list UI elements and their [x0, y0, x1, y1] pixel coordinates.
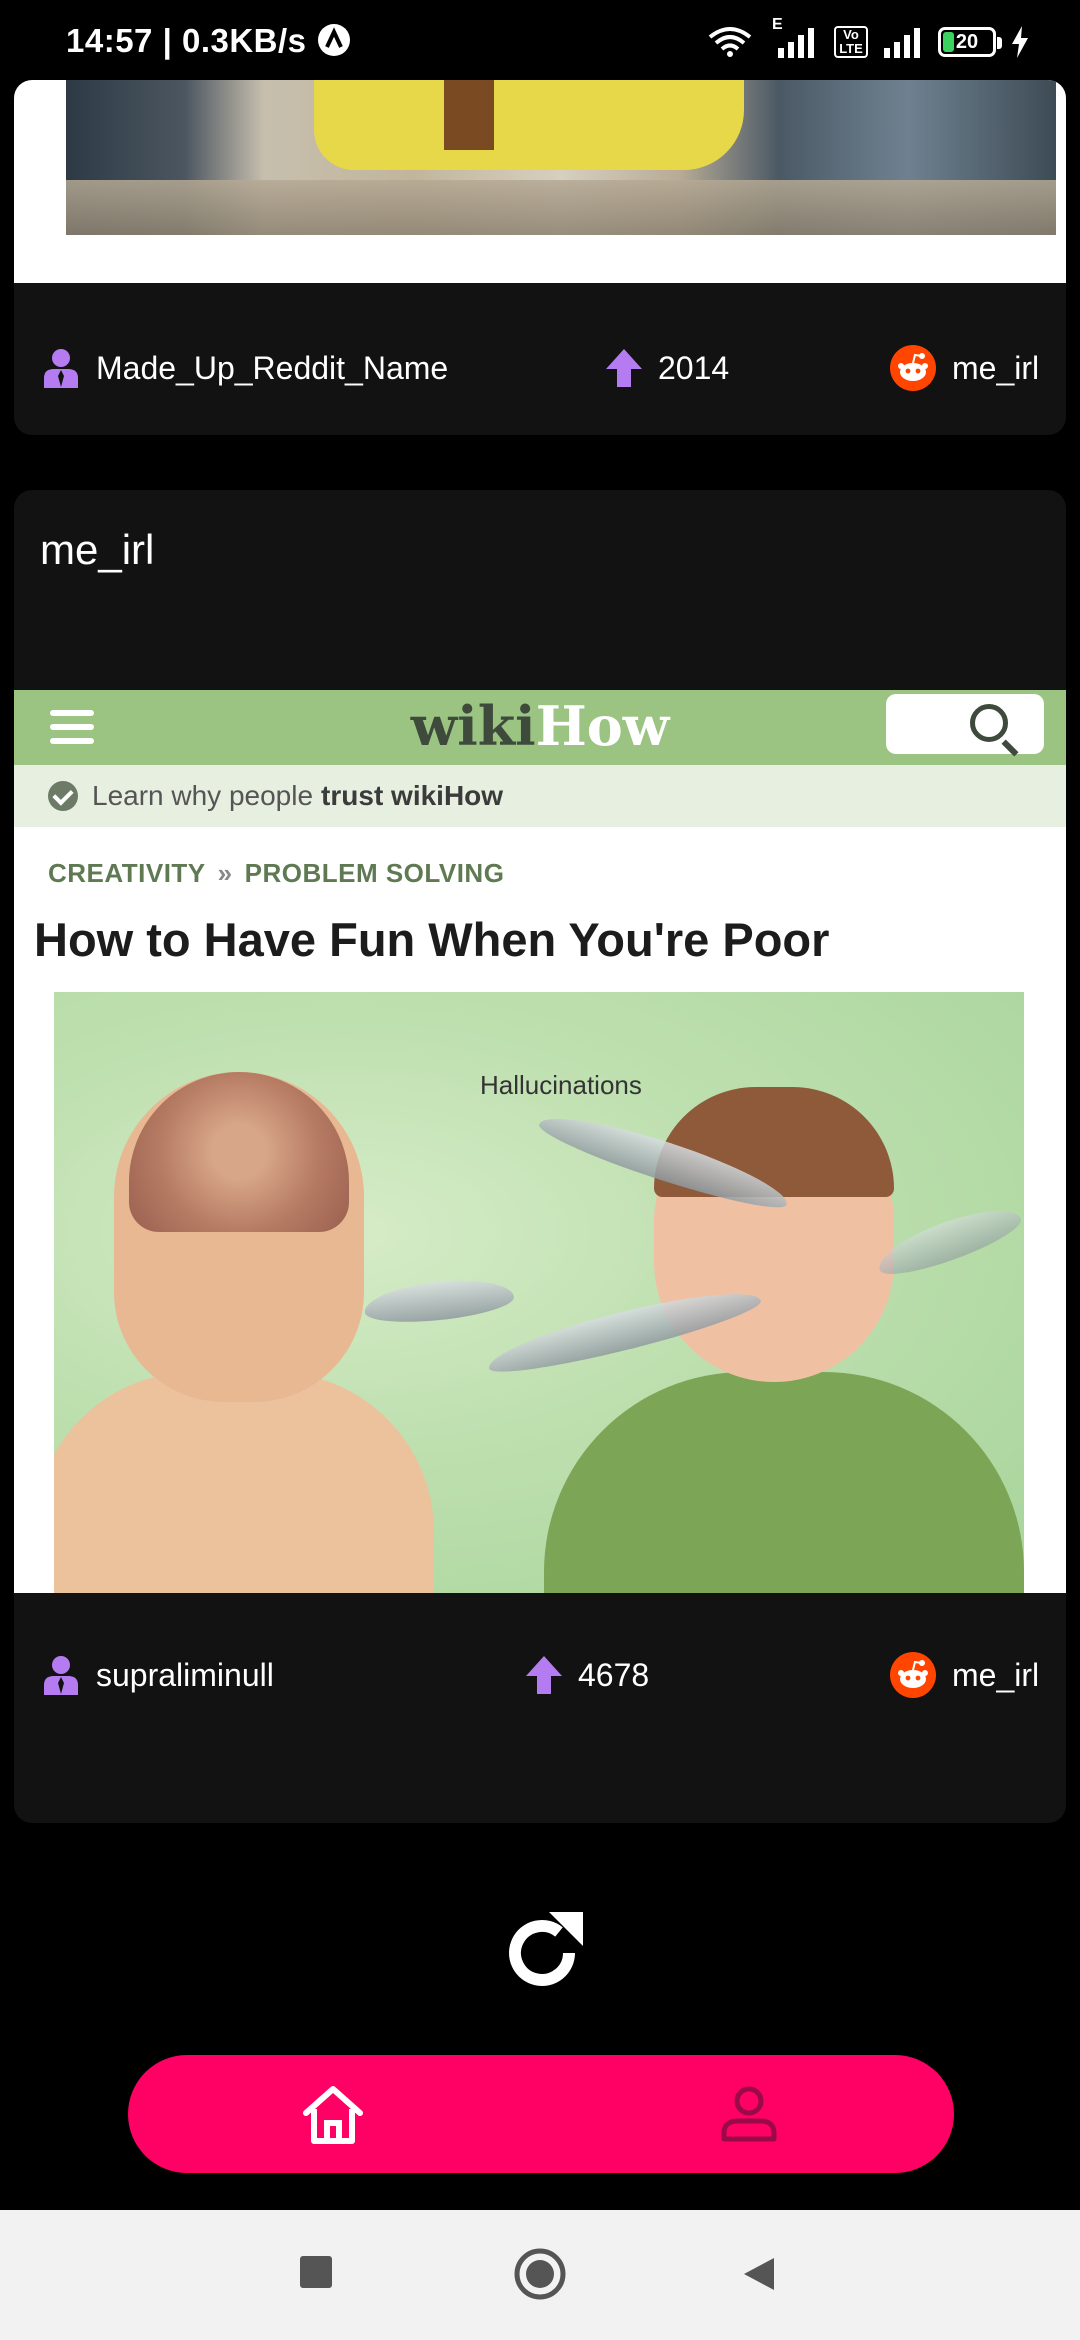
reddit-icon [890, 345, 936, 391]
logo-part-1: wiki [410, 694, 536, 758]
recents-icon[interactable] [300, 2256, 332, 2288]
wifi-icon [708, 27, 752, 57]
meme-headline: How to Have Fun When You're Poor [34, 913, 830, 966]
author-2[interactable]: supraliminull [42, 1655, 274, 1695]
author-1[interactable]: Made_Up_Reddit_Name [42, 348, 448, 388]
back-icon[interactable] [742, 2256, 778, 2292]
trust-bold: trust wikiHow [321, 780, 504, 811]
meme-illustration: Hallucinations [54, 992, 1024, 1593]
volte-badge: Vo LTE [834, 26, 868, 58]
person-tie-icon [44, 349, 78, 388]
refresh-icon[interactable] [497, 1908, 587, 1998]
breadcrumb-1: CREATIVITY [48, 858, 206, 888]
post-card-2[interactable]: me_irl wikiHow Learn why people trust wi… [14, 490, 1066, 1823]
status-time: 14:57 | 0.3KB/s [66, 22, 352, 60]
signal-icon-1: E [768, 16, 820, 60]
wikihow-header: wikiHow [14, 690, 1066, 765]
home-icon[interactable] [298, 2079, 368, 2149]
signal-icon-2 [884, 28, 920, 58]
post-title: me_irl [40, 526, 155, 573]
bottom-navigation [128, 2055, 954, 2173]
score-2[interactable]: 4678 [526, 1656, 649, 1694]
home-system-icon[interactable] [514, 2248, 566, 2300]
status-bar: 14:57 | 0.3KB/s E Vo LTE 20 [0, 0, 1080, 80]
post-meta-2: supraliminull 4678 me_irl [14, 1645, 1066, 1705]
battery-icon: 20 [938, 27, 1002, 57]
subreddit-2[interactable]: me_irl [890, 1652, 1039, 1698]
hallucinations-label: Hallucinations [480, 1070, 642, 1100]
search-icon [970, 704, 1008, 742]
clock: 14:57 [66, 22, 153, 59]
subreddit-name: me_irl [952, 349, 1040, 386]
reddit-icon [890, 1652, 936, 1698]
score-value: 2014 [658, 349, 730, 386]
trust-text: Learn why people [92, 780, 314, 811]
breadcrumb-sep: » [217, 858, 233, 888]
logo-part-2: How [535, 694, 670, 758]
check-icon [48, 781, 78, 811]
search-box [886, 694, 1044, 754]
subreddit-name: me_irl [952, 1656, 1040, 1693]
status-icons: E Vo LTE 20 [706, 16, 1030, 62]
battery-level: 20 [955, 30, 979, 53]
post-meta-1: Made_Up_Reddit_Name 2014 me_irl [14, 338, 1066, 398]
post-image-2[interactable]: wikiHow Learn why people trust wikiHow C… [14, 690, 1066, 1593]
profile-icon[interactable] [714, 2079, 784, 2149]
author-name: Made_Up_Reddit_Name [96, 349, 449, 386]
system-navigation-bar [0, 2210, 1080, 2340]
arrow-up-icon [526, 1656, 562, 1694]
author-name: supraliminull [96, 1656, 274, 1693]
app-notification-icon [318, 24, 351, 56]
score-1[interactable]: 2014 [606, 349, 729, 387]
breadcrumb: CREATIVITY » PROBLEM SOLVING [48, 858, 504, 889]
network-speed: | 0.3KB/s [162, 22, 307, 59]
charging-icon [1012, 26, 1028, 58]
score-value: 4678 [578, 1656, 650, 1693]
network-type: E [772, 16, 783, 33]
post-card-1[interactable]: Made_Up_Reddit_Name 2014 me_irl [14, 80, 1066, 435]
person-tie-icon [44, 1656, 78, 1695]
post-image-1[interactable] [14, 80, 1066, 283]
subreddit-1[interactable]: me_irl [890, 345, 1039, 391]
breadcrumb-2: PROBLEM SOLVING [244, 858, 505, 888]
arrow-up-icon [606, 349, 642, 387]
trust-bar: Learn why people trust wikiHow [14, 765, 1066, 827]
